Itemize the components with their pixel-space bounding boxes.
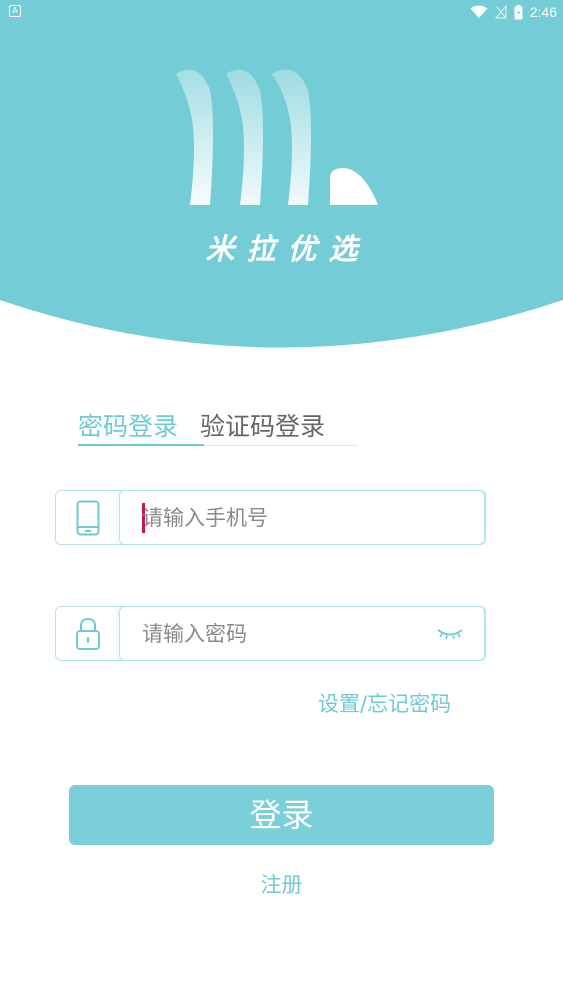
status-time: 2:46 — [529, 4, 557, 20]
tab-active-indicator — [78, 444, 204, 446]
tab-password-login[interactable]: 密码登录 — [78, 408, 178, 448]
signal-icon — [494, 5, 507, 19]
phone-input-box — [119, 490, 486, 545]
password-visibility-toggle[interactable] — [435, 621, 465, 647]
password-field — [55, 606, 486, 661]
battery-icon — [514, 4, 523, 19]
register-link[interactable]: 注册 — [0, 869, 563, 899]
tab-divider-line — [198, 445, 358, 446]
login-button[interactable]: 登录 — [69, 785, 494, 845]
password-input[interactable] — [142, 607, 442, 660]
status-bar: A 2:46 — [0, 0, 563, 24]
lock-icon-box — [56, 607, 120, 660]
tab-sms-login[interactable]: 验证码登录 — [200, 408, 325, 448]
phone-icon — [76, 500, 100, 535]
status-bar-right: 2:46 — [470, 2, 557, 22]
password-input-box — [119, 606, 486, 661]
notification-app-icon: A — [9, 5, 21, 17]
brand-logo-icon — [176, 69, 378, 205]
brand-name: 米拉优选 — [205, 232, 370, 266]
lock-icon — [76, 617, 100, 650]
eye-closed-icon — [437, 629, 463, 640]
wifi-icon — [470, 5, 488, 18]
phone-input[interactable] — [142, 491, 442, 544]
phone-icon-box — [56, 491, 120, 544]
phone-field — [55, 490, 486, 545]
forgot-password-link[interactable]: 设置/忘记密码 — [318, 688, 451, 718]
